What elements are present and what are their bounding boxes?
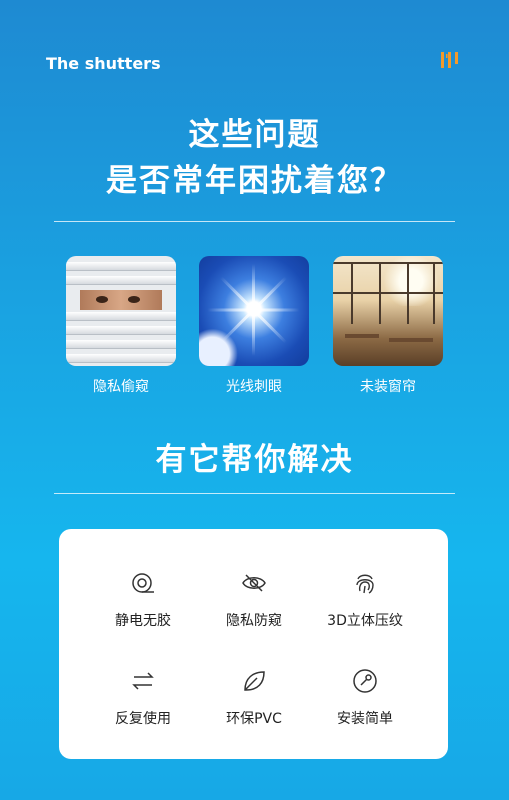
feature-label: 环保PVC [226, 711, 282, 727]
feature-label: 反复使用 [115, 711, 171, 727]
feature-easy-install: 安装简单 [305, 667, 425, 728]
problem-label: 未装窗帘 [360, 379, 416, 395]
solution-title: 有它帮你解决 [155, 442, 354, 478]
feature-3d-emboss: 3D立体压纹 [305, 569, 425, 630]
swap-arrows-icon [132, 672, 154, 690]
divider-top [54, 221, 455, 222]
problem-label: 光线刺眼 [226, 379, 282, 395]
fingerprint-icon [356, 574, 374, 594]
feature-card: 静电无胶 隐私防窥 3D立体压纹 反复使用 环保PVC 安装简单 [59, 529, 448, 759]
feature-reusable: 反复使用 [83, 667, 203, 728]
sunlit-room-image [333, 256, 443, 366]
brand-title: The shutters [46, 54, 161, 73]
feature-eco-pvc: 环保PVC [194, 667, 314, 728]
feature-label: 隐私防窥 [226, 613, 282, 629]
wrench-circle-icon [353, 669, 377, 693]
feature-privacy: 隐私防窥 [194, 569, 314, 630]
leaf-icon [244, 671, 265, 691]
problem-item-glare: 光线刺眼 [199, 256, 309, 396]
headline-line-1: 这些问题 [188, 117, 321, 153]
headline-line-2: 是否常年困扰着您？ [106, 163, 403, 199]
problem-item-no-curtain: 未装窗帘 [333, 256, 443, 396]
feature-label: 静电无胶 [115, 613, 171, 629]
bright-sun-image [199, 256, 309, 366]
problem-label: 隐私偷窥 [93, 379, 149, 395]
divider-bottom [54, 493, 455, 494]
problem-item-privacy: 隐私偷窥 [66, 256, 176, 396]
eye-slash-icon [242, 574, 266, 592]
shutter-logo-icon [441, 52, 458, 68]
feature-label: 3D立体压纹 [327, 613, 403, 629]
feature-label: 安装简单 [337, 711, 393, 727]
tape-roll-icon [132, 573, 154, 593]
peeking-through-blinds-image [66, 256, 176, 366]
headline: 这些问题 是否常年困扰着您？ [0, 112, 509, 204]
feature-static-no-glue: 静电无胶 [83, 569, 203, 630]
